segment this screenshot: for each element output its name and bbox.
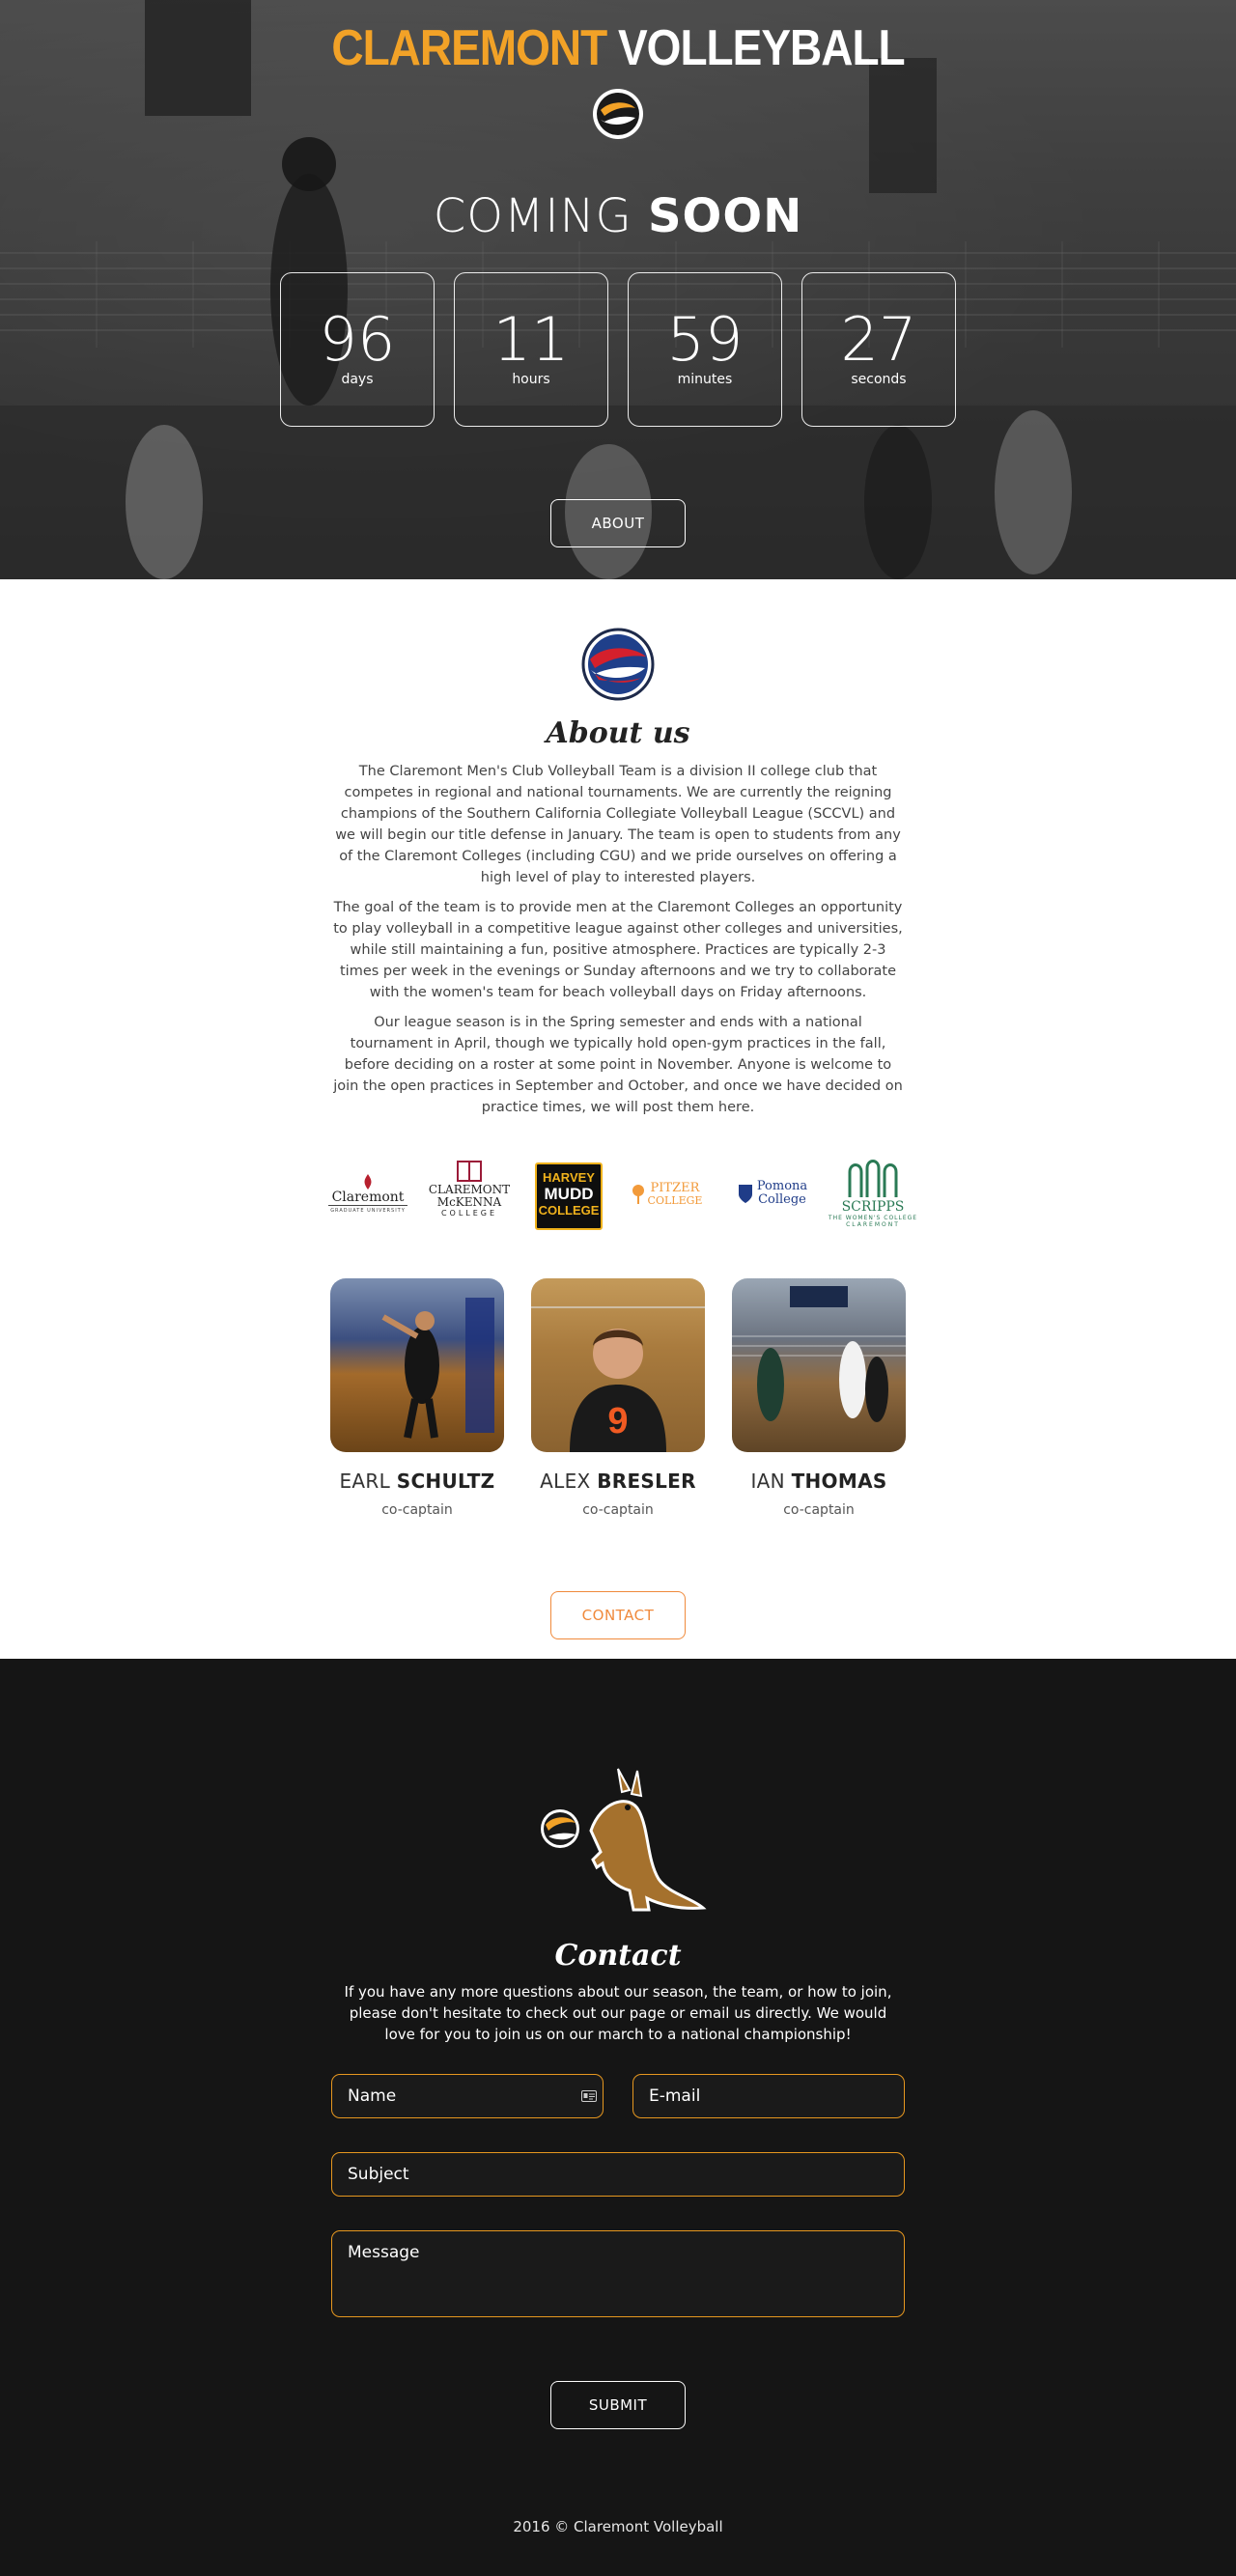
countdown-seconds: 27 seconds [801, 272, 956, 427]
member-last-name: THOMAS [791, 1470, 887, 1493]
member-name: ALEX BRESLER [531, 1470, 705, 1493]
contact-text: If you have any more questions about our… [344, 1983, 892, 2043]
countdown-days: 96 days [280, 272, 435, 427]
member-last-name: SCHULTZ [396, 1470, 495, 1493]
cgu-name: Claremont [331, 1190, 405, 1205]
cmc-logo[interactable]: CLAREMONT McKENNA COLLEGE [421, 1159, 518, 1218]
member-role: co-captain [582, 1502, 654, 1518]
member-first-name: EARL [339, 1470, 391, 1493]
member-first-name: IAN [750, 1470, 785, 1493]
arches-icon [848, 1160, 898, 1197]
member-name: EARL SCHULTZ [330, 1470, 504, 1493]
tree-icon [632, 1185, 644, 1204]
footer-copyright: 2016 © Claremont Volleyball [513, 2518, 723, 2535]
college-logos: Claremont GRADUATE UNIVERSITY CLAREMONT … [328, 1157, 917, 1244]
contact-button[interactable]: CONTACT [550, 1591, 686, 1639]
brand-part1: CLAREMONT [331, 18, 607, 76]
about-paragraph: The goal of the team is to provide men a… [333, 900, 903, 1000]
countdown-label: seconds [851, 372, 907, 387]
countdown-value: 59 [666, 304, 744, 375]
coming-soon-heading: COMING SOON [0, 189, 1236, 243]
site-brand[interactable]: CLAREMONT VOLLEYBALL [0, 18, 1236, 76]
hmc-line2: MUDD [544, 1185, 594, 1203]
coming-bold: SOON [647, 189, 803, 243]
member-photo [732, 1278, 906, 1452]
member-card: 9 ALEX BRESLER co-captain [531, 1278, 705, 1518]
pomona-line1: Pomona [756, 1179, 808, 1193]
contact-section: Contact If you have any more questions a… [0, 1659, 1236, 2576]
player-figure-icon: 9 [531, 1306, 705, 1452]
cmc-line2: McKENNA [436, 1195, 502, 1209]
jersey-number: 9 [607, 1401, 628, 1442]
shield-icon [738, 1185, 752, 1203]
countdown-minutes: 59 minutes [628, 272, 782, 427]
countdown-value: 11 [492, 304, 570, 375]
member-last-name: BRESLER [597, 1470, 696, 1493]
hero-section: CLAREMONT VOLLEYBALL COMING SOON 96 days… [0, 0, 1236, 579]
member-card: IAN THOMAS co-captain [732, 1278, 906, 1518]
player-figure-icon [381, 1298, 494, 1439]
hmc-line3: COLLEGE [538, 1203, 600, 1218]
club-ball-logo-icon [581, 628, 655, 701]
scripps-line1: SCRIPPS [841, 1199, 905, 1215]
countdown-value: 96 [319, 304, 396, 375]
name-input[interactable] [331, 2074, 604, 2118]
cmc-line3: COLLEGE [440, 1209, 498, 1218]
subject-input[interactable] [331, 2152, 905, 2197]
member-card: EARL SCHULTZ co-captain [330, 1278, 504, 1518]
member-role: co-captain [783, 1502, 855, 1518]
brand-part2: VOLLEYBALL [617, 18, 906, 76]
pomona-line2: College [758, 1192, 806, 1207]
about-button[interactable]: ABOUT [550, 499, 686, 547]
scripps-line3: CLAREMONT [846, 1221, 900, 1228]
countdown-label: hours [512, 372, 550, 387]
volleyball-logo-icon [593, 89, 643, 139]
about-text: The Claremont Men's Club Volleyball Team… [332, 761, 904, 1127]
scripps-logo[interactable]: SCRIPPS THE WOMEN'S COLLEGE CLAREMONT [823, 1157, 923, 1228]
countdown-value: 27 [840, 304, 917, 375]
countdown-timer: 96 days 11 hours 59 minutes 27 seconds [280, 272, 956, 427]
flame-icon [364, 1174, 372, 1190]
pitzer-logo[interactable]: PITZER COLLEGE [620, 1182, 713, 1207]
member-role: co-captain [381, 1502, 453, 1518]
about-section: About us The Claremont Men's Club Volley… [0, 579, 1236, 1659]
countdown-hours: 11 hours [454, 272, 608, 427]
kangaroo-mascot-icon [541, 1768, 707, 1912]
email-input[interactable] [632, 2074, 905, 2118]
member-first-name: ALEX [540, 1470, 591, 1493]
member-photo: 9 [531, 1278, 705, 1452]
contact-heading: Contact [554, 1939, 682, 1973]
cgu-logo[interactable]: Claremont GRADUATE UNIVERSITY [328, 1174, 407, 1214]
hmc-line1: HARVEY [543, 1170, 595, 1185]
book-icon [457, 1161, 482, 1182]
contact-card-icon[interactable] [581, 2090, 597, 2102]
cgu-sub: GRADUATE UNIVERSITY [328, 1205, 407, 1214]
players-at-net-icon [732, 1286, 906, 1422]
scripps-line2: THE WOMEN'S COLLEGE [828, 1215, 918, 1221]
about-paragraph: The Claremont Men's Club Volleyball Team… [335, 764, 901, 885]
countdown-label: days [341, 372, 374, 387]
about-paragraph: Our league season is in the Spring semes… [333, 1015, 903, 1115]
member-photo [330, 1278, 504, 1452]
member-name: IAN THOMAS [732, 1470, 906, 1493]
countdown-label: minutes [677, 372, 733, 387]
about-heading: About us [546, 716, 690, 750]
pitzer-line2: COLLEGE [647, 1194, 703, 1207]
hmc-logo[interactable]: HARVEY MUDD COLLEGE [535, 1162, 603, 1230]
coming-light: COMING [433, 189, 632, 243]
message-textarea[interactable] [331, 2230, 905, 2317]
pitzer-line1: PITZER [650, 1181, 700, 1195]
pomona-logo[interactable]: Pomona College [732, 1180, 813, 1207]
submit-button[interactable]: SUBMIT [550, 2381, 686, 2429]
